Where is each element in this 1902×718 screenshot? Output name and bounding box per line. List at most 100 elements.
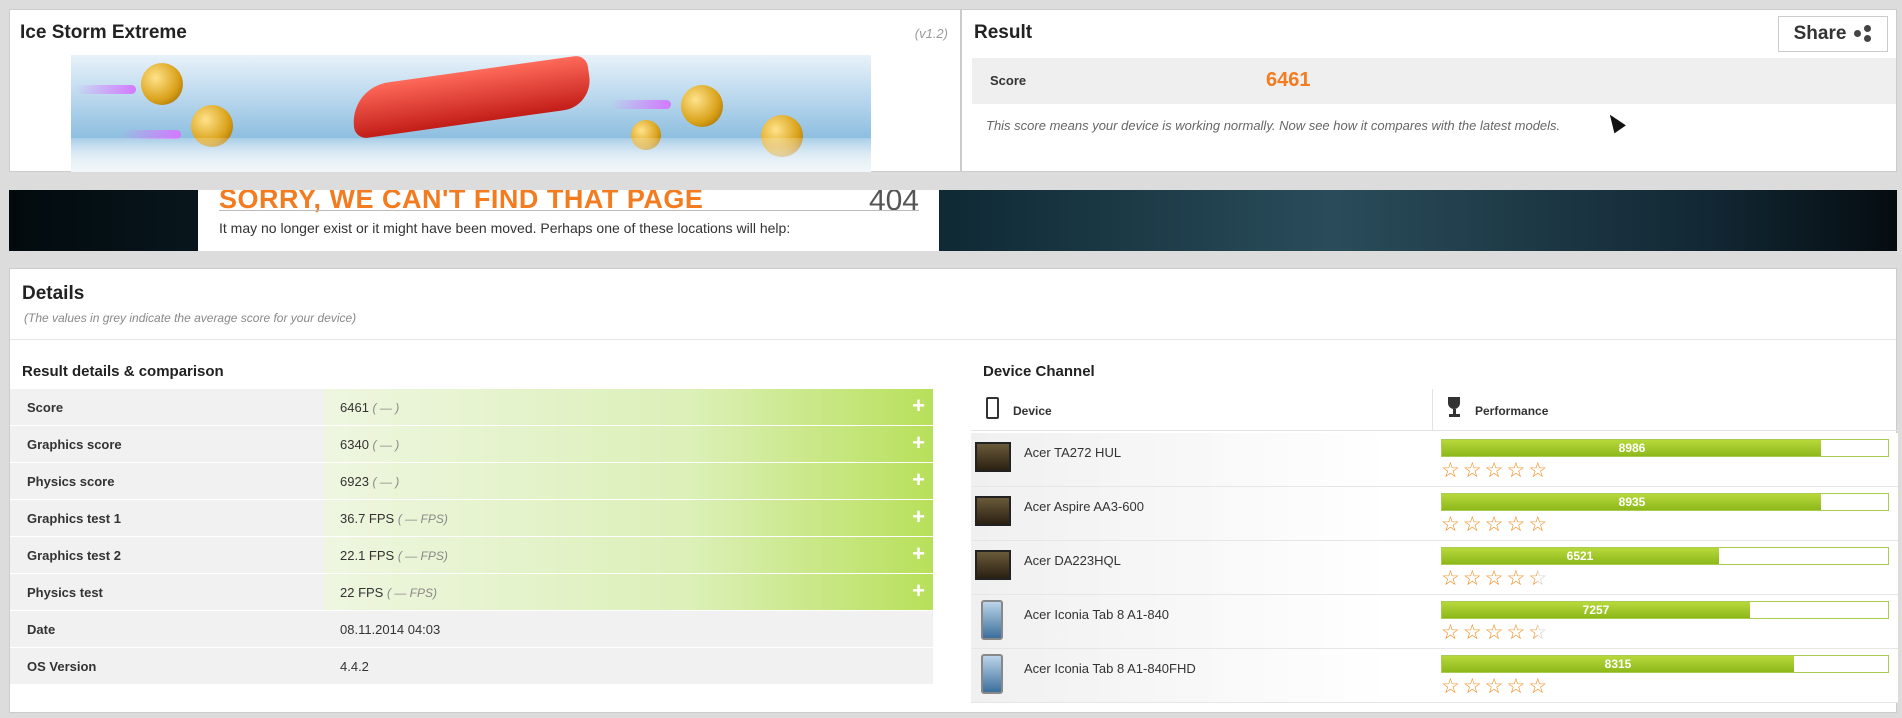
error-code: 404 (868, 190, 919, 217)
device-thumbnail (981, 654, 1003, 694)
detail-value-cell: 4.4.2 (324, 648, 933, 684)
detail-label: Graphics score (27, 437, 122, 452)
device-row[interactable]: Acer Aspire AA3-600 8935 ☆ ☆ ☆ ☆ ☆ (971, 487, 1898, 541)
device-list: Acer TA272 HUL 8986 ☆ ☆ ☆ ☆ ☆ Acer Aspire AA3-6… (971, 433, 1898, 703)
error-divider (219, 210, 919, 211)
detail-label: Physics score (27, 474, 115, 489)
detail-row: Graphics test 1 36.7 FPS ( — FPS) + (10, 500, 933, 537)
performance-score: 8935 (1618, 495, 1646, 509)
banner-ice (71, 138, 871, 172)
detail-average: ( — ) (372, 438, 400, 452)
detail-row: OS Version 4.4.2 (10, 648, 933, 685)
star-icon: ☆ (1528, 675, 1548, 698)
details-divider (10, 339, 1896, 340)
detail-value: 4.4.2 (340, 659, 369, 674)
device-row[interactable]: Acer DA223HQL 6521 ☆ ☆ ☆ ☆ ☆ (971, 541, 1898, 595)
score-row: Score 6461 (972, 58, 1896, 104)
device-thumbnail (975, 550, 1011, 580)
device-name[interactable]: Acer DA223HQL (1024, 553, 1121, 568)
star-icon: ☆ (1528, 621, 1548, 644)
score-label: Score (990, 73, 1027, 88)
device-name[interactable]: Acer Aspire AA3-600 (1024, 499, 1144, 514)
details-panel: Details (The values in grey indicate the… (9, 268, 1898, 713)
star-icon: ☆ (1506, 567, 1526, 590)
detail-row: Date 08.11.2014 04:03 (10, 611, 933, 648)
banner-pod (681, 85, 723, 127)
expand-plus-icon[interactable]: + (912, 432, 925, 454)
star-icon: ☆ (1484, 567, 1504, 590)
test-panel: Ice Storm Extreme (v1.2) (9, 9, 961, 172)
star-icon: ☆ (1506, 621, 1526, 644)
trophy-icon (1445, 397, 1463, 419)
device-row[interactable]: Acer Iconia Tab 8 A1-840 7257 ☆ ☆ ☆ ☆ ☆ (971, 595, 1898, 649)
rating-stars: ☆ ☆ ☆ ☆ ☆ (1441, 621, 1889, 644)
banner-trail (611, 100, 671, 109)
result-title: Result (974, 22, 1033, 43)
detail-value-cell: 36.7 FPS ( — FPS) + (324, 500, 933, 536)
device-channel-title: Device Channel (983, 363, 1095, 380)
share-icon (1854, 25, 1872, 43)
detail-row: Physics test 22 FPS ( — FPS) + (10, 574, 933, 611)
share-button[interactable]: Share (1778, 16, 1888, 52)
performance-score: 8986 (1618, 441, 1646, 455)
performance-bar: 8315 (1441, 655, 1889, 673)
performance-score: 7257 (1582, 603, 1610, 617)
detail-average: ( — FPS) (397, 549, 448, 563)
error-strip: SORRY, WE CAN'T FIND THAT PAGE 404 It ma… (9, 190, 1897, 251)
detail-value-cell: 08.11.2014 04:03 (324, 611, 933, 647)
star-icon: ☆ (1462, 459, 1482, 482)
star-icon: ☆ (1462, 513, 1482, 536)
detail-average: ( — ) (372, 401, 400, 415)
expand-plus-icon[interactable]: + (912, 580, 925, 602)
error-404-panel: SORRY, WE CAN'T FIND THAT PAGE 404 It ma… (198, 190, 939, 251)
rating-stars: ☆ ☆ ☆ ☆ ☆ (1441, 675, 1889, 698)
device-channel-header: Device Performance (971, 389, 1898, 431)
detail-average: ( — FPS) (386, 586, 437, 600)
detail-value-cell: 6461 ( — ) + (324, 389, 933, 425)
rating-stars: ☆ ☆ ☆ ☆ ☆ (1441, 567, 1889, 590)
performance-bar: 7257 (1441, 601, 1889, 619)
performance-bar: 8935 (1441, 493, 1889, 511)
expand-plus-icon[interactable]: + (912, 395, 925, 417)
star-icon: ☆ (1441, 621, 1460, 644)
star-icon: ☆ (1441, 459, 1460, 482)
detail-average: ( — FPS) (397, 512, 448, 526)
details-subtitle: (The values in grey indicate the average… (24, 311, 357, 325)
star-icon: ☆ (1506, 459, 1526, 482)
device-row[interactable]: Acer Iconia Tab 8 A1-840FHD 8315 ☆ ☆ ☆ ☆ ☆ (971, 649, 1898, 703)
device-column-label: Device (1013, 404, 1052, 418)
device-name[interactable]: Acer Iconia Tab 8 A1-840FHD (1024, 661, 1196, 676)
expand-plus-icon[interactable]: + (912, 506, 925, 528)
error-heading: SORRY, WE CAN'T FIND THAT PAGE (219, 190, 704, 214)
device-name[interactable]: Acer TA272 HUL (1024, 445, 1121, 460)
device-row[interactable]: Acer TA272 HUL 8986 ☆ ☆ ☆ ☆ ☆ (971, 433, 1898, 487)
device-thumbnail (981, 600, 1003, 640)
detail-value-cell: 6923 ( — ) + (324, 463, 933, 499)
detail-average: ( — ) (372, 475, 400, 489)
detail-row: Score 6461 ( — ) + (10, 389, 933, 426)
detail-label: Physics test (27, 585, 103, 600)
device-performance: 7257 ☆ ☆ ☆ ☆ ☆ (1441, 601, 1889, 643)
banner-trail (76, 85, 136, 94)
details-title: Details (22, 283, 85, 304)
banner-pod (141, 63, 183, 105)
detail-label: Graphics test 1 (27, 511, 121, 526)
detail-row: Physics score 6923 ( — ) + (10, 463, 933, 500)
star-icon: ☆ (1484, 459, 1504, 482)
detail-label: Graphics test 2 (27, 548, 121, 563)
detail-value: 08.11.2014 04:03 (340, 622, 441, 637)
detail-value: 6461 (340, 400, 369, 415)
detail-value: 6340 (340, 437, 369, 452)
star-icon: ☆ (1528, 459, 1548, 482)
phone-icon (986, 397, 999, 419)
result-panel: Result Share Score 6461 This score means… (961, 9, 1897, 172)
detail-value: 22 FPS (340, 585, 384, 600)
test-title: Ice Storm Extreme (20, 22, 187, 43)
test-banner-image (71, 55, 871, 172)
expand-plus-icon[interactable]: + (912, 543, 925, 565)
detail-label: OS Version (27, 659, 97, 674)
star-icon: ☆ (1462, 621, 1482, 644)
expand-plus-icon[interactable]: + (912, 469, 925, 491)
detail-value: 6923 (340, 474, 369, 489)
device-name[interactable]: Acer Iconia Tab 8 A1-840 (1024, 607, 1169, 622)
